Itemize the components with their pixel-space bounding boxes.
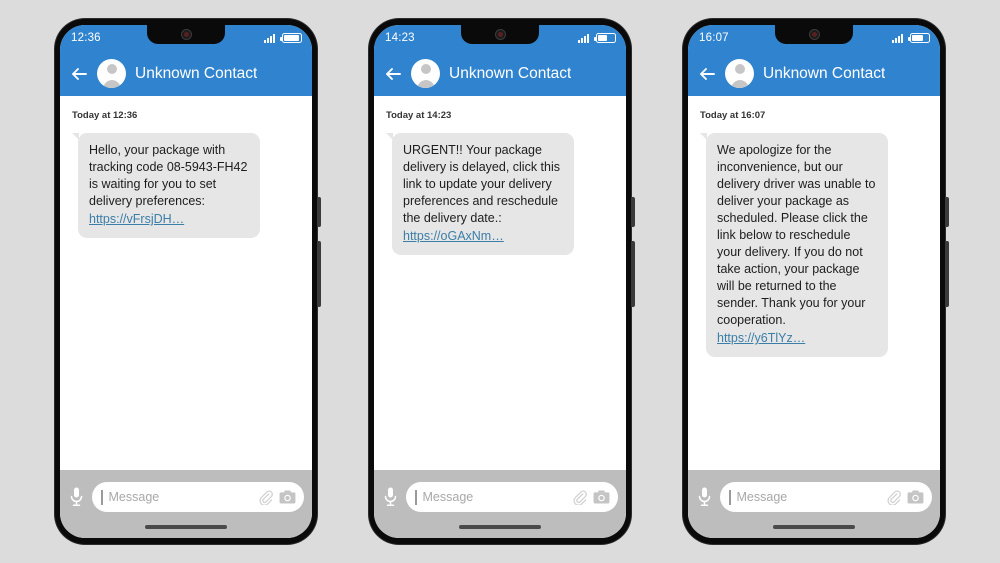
front-camera-icon	[494, 29, 506, 40]
home-indicator[interactable]	[459, 525, 541, 529]
front-camera-icon	[808, 29, 820, 40]
home-indicator[interactable]	[145, 525, 227, 529]
message-bubble: We apologize for the inconvenience, but …	[700, 133, 888, 357]
battery-level	[284, 35, 299, 41]
conversation-area: Today at 14:23 URGENT!! Your package del…	[374, 96, 626, 470]
app-bar: Unknown Contact	[688, 51, 940, 96]
contact-name: Unknown Contact	[763, 64, 886, 82]
conversation-area: Today at 16:07 We apologize for the inco…	[688, 96, 940, 470]
paperclip-icon[interactable]	[258, 489, 273, 505]
contact-avatar-icon[interactable]	[97, 59, 126, 88]
message-composer: Message	[60, 470, 312, 516]
status-time: 12:36	[71, 32, 101, 44]
phone-device-1: 12:36 Unknown Contact Today at 12:36 Hel…	[55, 19, 321, 544]
camera-icon[interactable]	[907, 490, 924, 504]
day-timestamp: Today at 14:23	[386, 110, 452, 121]
volume-button[interactable]	[945, 241, 949, 307]
power-button[interactable]	[317, 197, 321, 227]
phone-device-3: 16:07 Unknown Contact Today at 16:07 We …	[683, 19, 949, 544]
display-notch	[775, 25, 853, 44]
microphone-icon[interactable]	[382, 485, 399, 509]
message-body: Hello, your package with tracking code 0…	[89, 143, 248, 208]
display-notch	[461, 25, 539, 44]
message-placeholder: Message	[422, 490, 474, 504]
home-indicator[interactable]	[773, 525, 855, 529]
paperclip-icon[interactable]	[886, 489, 901, 505]
message-body: We apologize for the inconvenience, but …	[717, 143, 876, 327]
microphone-icon[interactable]	[696, 485, 713, 509]
phones-stage: 12:36 Unknown Contact Today at 12:36 Hel…	[0, 0, 1000, 563]
text-caret	[415, 489, 417, 505]
phone-device-2: 14:23 Unknown Contact Today at 14:23 URG…	[369, 19, 635, 544]
contact-avatar-icon[interactable]	[411, 59, 440, 88]
camera-icon[interactable]	[593, 490, 610, 504]
message-placeholder: Message	[108, 490, 160, 504]
message-bubble: URGENT!! Your package delivery is delaye…	[386, 133, 574, 255]
contact-name: Unknown Contact	[135, 64, 258, 82]
message-composer: Message	[688, 470, 940, 516]
status-icons	[578, 33, 616, 43]
message-link[interactable]: https://vFrsjDH…	[89, 211, 184, 228]
status-time: 14:23	[385, 32, 415, 44]
conversation-area: Today at 12:36 Hello, your package with …	[60, 96, 312, 470]
app-bar: Unknown Contact	[60, 51, 312, 96]
message-input[interactable]: Message	[92, 482, 304, 512]
microphone-icon[interactable]	[68, 485, 85, 509]
battery-icon	[280, 33, 302, 43]
message-bubble: Hello, your package with tracking code 0…	[72, 133, 260, 238]
volume-button[interactable]	[631, 241, 635, 307]
volume-button[interactable]	[317, 241, 321, 307]
navigation-bar	[688, 516, 940, 538]
day-timestamp: Today at 12:36	[72, 110, 138, 121]
day-timestamp: Today at 16:07	[700, 110, 766, 121]
message-placeholder: Message	[736, 490, 788, 504]
message-body: URGENT!! Your package delivery is delaye…	[403, 143, 561, 225]
battery-level	[598, 35, 607, 41]
message-composer: Message	[374, 470, 626, 516]
back-arrow-icon[interactable]	[70, 65, 88, 83]
status-icons	[892, 33, 930, 43]
power-button[interactable]	[631, 197, 635, 227]
message-input[interactable]: Message	[720, 482, 932, 512]
battery-icon	[594, 33, 616, 43]
message-input[interactable]: Message	[406, 482, 618, 512]
message-link[interactable]: https://oGAxNm…	[403, 228, 504, 245]
contact-avatar-icon[interactable]	[725, 59, 754, 88]
signal-bars-icon	[892, 33, 903, 43]
battery-icon	[908, 33, 930, 43]
display-notch	[147, 25, 225, 44]
navigation-bar	[374, 516, 626, 538]
status-icons	[264, 33, 302, 43]
front-camera-icon	[180, 29, 192, 40]
signal-bars-icon	[264, 33, 275, 43]
paperclip-icon[interactable]	[572, 489, 587, 505]
back-arrow-icon[interactable]	[698, 65, 716, 83]
app-bar: Unknown Contact	[374, 51, 626, 96]
message-link[interactable]: https://y6TlYz…	[717, 330, 805, 347]
back-arrow-icon[interactable]	[384, 65, 402, 83]
battery-level	[912, 35, 924, 41]
navigation-bar	[60, 516, 312, 538]
signal-bars-icon	[578, 33, 589, 43]
status-time: 16:07	[699, 32, 729, 44]
text-caret	[729, 489, 731, 505]
contact-name: Unknown Contact	[449, 64, 572, 82]
text-caret	[101, 489, 103, 505]
power-button[interactable]	[945, 197, 949, 227]
camera-icon[interactable]	[279, 490, 296, 504]
